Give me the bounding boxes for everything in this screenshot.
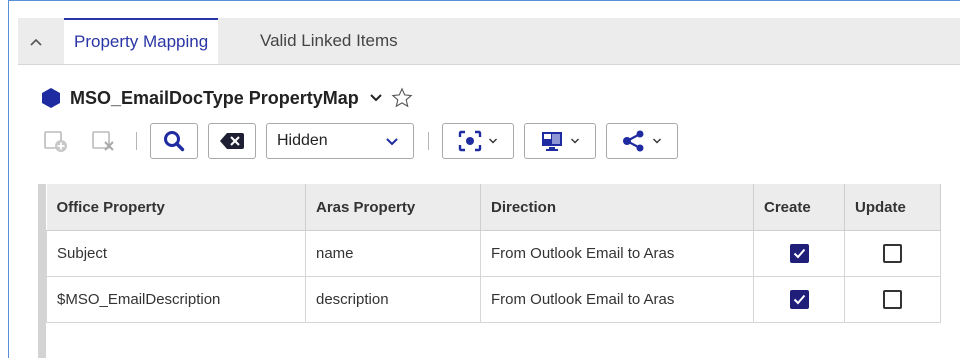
collapse-button[interactable] [24, 30, 48, 54]
cell-aras-property[interactable]: name [305, 230, 481, 277]
layout-button[interactable] [524, 123, 596, 159]
toolbar-divider [136, 132, 137, 150]
cell-create [753, 276, 845, 323]
check-icon [793, 248, 805, 259]
favorite-button[interactable] [391, 87, 413, 109]
chevron-down-icon [386, 138, 398, 146]
search-icon [164, 131, 185, 152]
delete-row-icon [92, 131, 114, 151]
grid-row-handle-column [38, 184, 46, 358]
tab-valid-linked-items[interactable]: Valid Linked Items [250, 18, 408, 64]
cell-office-property[interactable]: Subject [46, 230, 306, 277]
create-checkbox[interactable] [789, 244, 809, 263]
toolbar-divider [428, 132, 429, 150]
star-icon [391, 87, 413, 108]
main-content: MSO_EmailDocType PropertyMap Hidden Offi… [18, 65, 960, 358]
table-row[interactable]: $MSO_EmailDescription description From O… [46, 276, 941, 323]
tab-property-mapping[interactable]: Property Mapping [64, 18, 219, 64]
add-row-button[interactable] [38, 123, 74, 159]
tab-bar: Property Mapping Valid Linked Items [18, 18, 960, 65]
column-header-direction[interactable]: Direction [480, 184, 754, 231]
chevron-down-icon [489, 138, 497, 144]
share-button[interactable] [606, 123, 678, 159]
share-icon [623, 130, 644, 152]
cell-update [844, 230, 941, 277]
focus-mode-icon [458, 130, 482, 152]
column-header-office-property[interactable]: Office Property [46, 184, 306, 231]
cell-aras-property[interactable]: description [305, 276, 481, 323]
cell-direction[interactable]: From Outlook Email to Aras [480, 230, 754, 277]
clear-search-button[interactable] [208, 123, 256, 159]
chevron-down-icon [571, 138, 579, 144]
cell-office-property[interactable]: $MSO_EmailDescription [46, 276, 306, 323]
update-checkbox[interactable] [883, 244, 902, 263]
update-checkbox[interactable] [883, 290, 902, 309]
column-header-aras-property[interactable]: Aras Property [305, 184, 481, 231]
layout-icon [542, 132, 562, 151]
check-icon [793, 294, 805, 305]
title-row: MSO_EmailDocType PropertyMap [40, 85, 413, 111]
grid-header-row: Office Property Aras Property Direction … [46, 184, 941, 231]
column-header-create[interactable]: Create [753, 184, 845, 231]
chevron-up-icon [30, 38, 42, 46]
column-header-update[interactable]: Update [844, 184, 941, 231]
create-checkbox[interactable] [789, 290, 809, 309]
cell-create [753, 230, 845, 277]
cell-update [844, 276, 941, 323]
view-mode-select[interactable]: Hidden [266, 123, 414, 159]
table-row[interactable]: Subject name From Outlook Email to Aras [46, 230, 941, 277]
page-title: MSO_EmailDocType PropertyMap [70, 87, 359, 108]
chevron-down-icon [370, 94, 382, 102]
search-button[interactable] [150, 123, 198, 159]
clear-search-icon [220, 133, 244, 149]
add-row-icon [44, 131, 67, 152]
cell-direction[interactable]: From Outlook Email to Aras [480, 276, 754, 323]
chevron-down-icon [653, 138, 661, 144]
view-mode-value: Hidden [277, 132, 328, 149]
delete-row-button[interactable] [86, 123, 122, 159]
property-map-grid: Office Property Aras Property Direction … [46, 184, 941, 323]
hexagon-icon [42, 88, 60, 108]
focus-mode-button[interactable] [442, 123, 514, 159]
title-dropdown-button[interactable] [369, 93, 383, 103]
